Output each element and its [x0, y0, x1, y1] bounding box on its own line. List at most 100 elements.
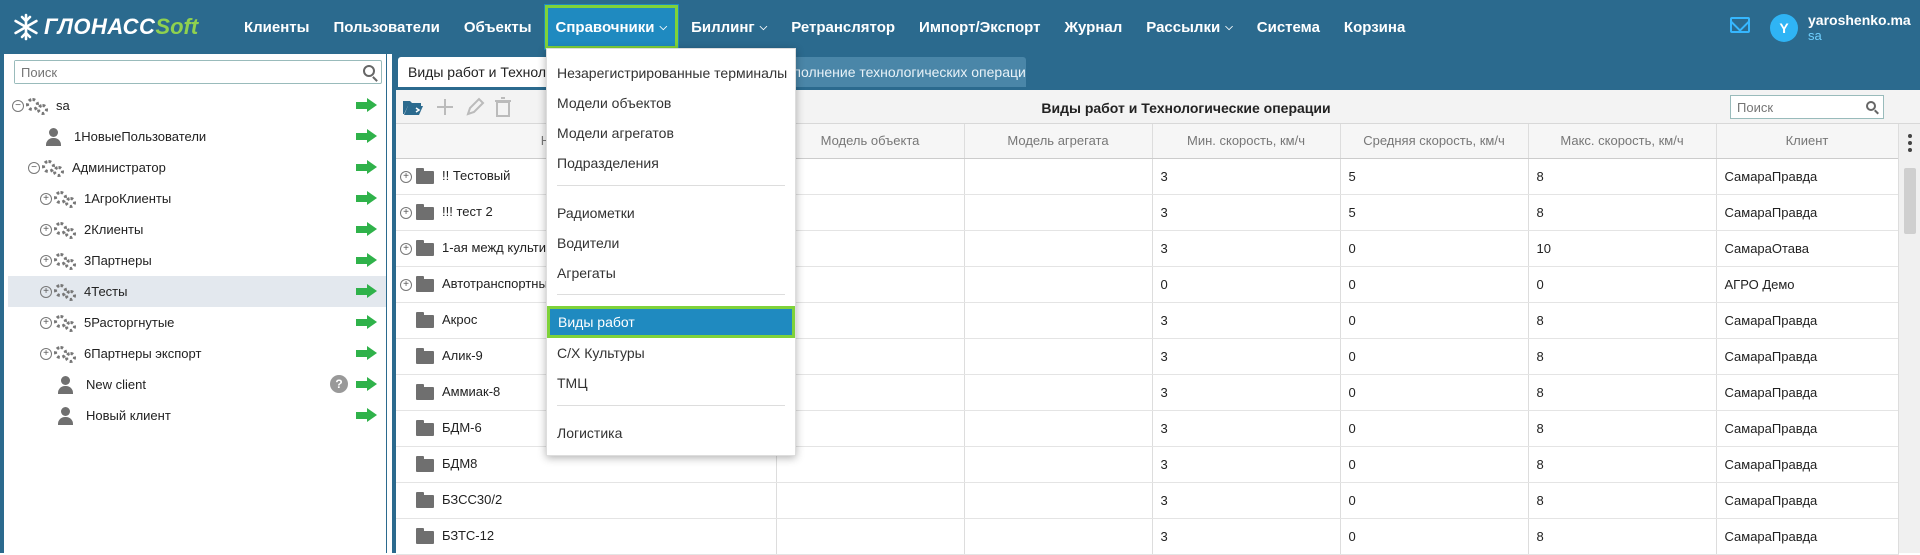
go-arrow-icon[interactable]: [356, 284, 378, 298]
help-icon[interactable]: ?: [330, 375, 348, 393]
expand-icon[interactable]: +: [40, 347, 52, 360]
nav-billing[interactable]: Биллинг ⌵: [679, 0, 779, 54]
go-arrow-icon[interactable]: [356, 346, 378, 360]
go-arrow-icon[interactable]: [356, 129, 378, 143]
menu-item-unit-models[interactable]: Модели агрегатов: [547, 118, 795, 148]
expand-icon[interactable]: +: [40, 316, 52, 329]
open-folder-icon[interactable]: [402, 97, 424, 117]
snowflake-logo-icon: [14, 13, 38, 41]
cell-max-speed: 0: [1528, 266, 1717, 303]
menu-item-crops[interactable]: С/Х Культуры: [547, 338, 795, 368]
tree-node-new-client-en[interactable]: New client ?: [8, 369, 386, 400]
go-arrow-icon[interactable]: [356, 222, 378, 236]
nav-import-export[interactable]: Импорт/Экспорт: [907, 0, 1052, 54]
menu-divider: [557, 294, 785, 295]
go-arrow-icon[interactable]: [356, 160, 378, 174]
tree-node-sa[interactable]: − sa: [8, 90, 386, 121]
menu-item-object-models[interactable]: Модели объектов: [547, 88, 795, 118]
cell-avg-speed: 0: [1340, 302, 1529, 339]
app-logo[interactable]: ГЛОНАСС Soft: [12, 12, 198, 42]
search-icon[interactable]: [363, 65, 375, 77]
go-arrow-icon[interactable]: [356, 191, 378, 205]
grid-search-input[interactable]: [1731, 96, 1861, 118]
menu-item-departments[interactable]: Подразделения: [547, 148, 795, 178]
menu-item-unregistered-terminals[interactable]: Незарегистрированные терминалы: [547, 58, 795, 88]
col-header-unit-model[interactable]: Модель агрегата: [964, 124, 1153, 159]
delete-trash-icon[interactable]: [492, 97, 514, 117]
folder-icon: [416, 239, 434, 256]
add-icon[interactable]: [434, 97, 456, 117]
cell-object-model: [776, 230, 965, 267]
expand-icon[interactable]: +: [40, 223, 52, 236]
table-row[interactable]: БЗТС-12 3 0 8 СамараПравда: [396, 518, 1899, 555]
user-name[interactable]: yaroshenko.ma: [1808, 12, 1911, 28]
go-arrow-icon[interactable]: [356, 253, 378, 267]
tree-node-terminated[interactable]: + 5Расторгнутые: [8, 307, 386, 338]
tree-node-new-client-ru[interactable]: Новый клиент: [8, 400, 386, 431]
tree-node-administrator[interactable]: − Администратор: [8, 152, 386, 183]
expand-icon[interactable]: +: [400, 207, 412, 220]
nav-journal[interactable]: Журнал: [1052, 0, 1134, 54]
menu-item-work-types[interactable]: Виды работ: [547, 306, 795, 338]
scrollbar-thumb[interactable]: [1904, 168, 1916, 234]
menu-item-drivers[interactable]: Водители: [547, 228, 795, 258]
nav-users[interactable]: Пользователи: [321, 0, 451, 54]
avatar[interactable]: Y: [1770, 14, 1798, 42]
folder-icon: [416, 203, 434, 220]
tree-node-tests[interactable]: + 4Тесты: [8, 276, 386, 307]
mail-icon[interactable]: [1730, 17, 1750, 33]
row-name: БДМ-6: [442, 420, 482, 436]
nav-clients[interactable]: Клиенты: [232, 0, 321, 54]
cell-max-speed: 8: [1528, 482, 1717, 519]
menu-item-inventory[interactable]: ТМЦ: [547, 368, 795, 398]
tab-operations-execution[interactable]: Выполнение технологических операций: [764, 57, 1026, 87]
client-search-input[interactable]: [15, 61, 345, 83]
collapse-icon[interactable]: −: [28, 161, 40, 174]
cell-max-speed: 8: [1528, 410, 1717, 447]
nav-relay[interactable]: Ретранслятор: [779, 0, 907, 54]
tree-node-new-users[interactable]: 1НовыеПользователи: [8, 121, 386, 152]
go-arrow-icon[interactable]: [356, 315, 378, 329]
menu-item-units[interactable]: Агрегаты: [547, 258, 795, 288]
client-tree-panel: − sa 1НовыеПользователи − Администратор …: [0, 54, 387, 553]
go-arrow-icon[interactable]: [356, 98, 378, 112]
expand-icon[interactable]: +: [40, 192, 52, 205]
menu-item-radio-tags[interactable]: Радиометки: [547, 198, 795, 228]
collapse-icon[interactable]: −: [12, 99, 24, 112]
tree-node-clients[interactable]: + 2Клиенты: [8, 214, 386, 245]
expand-icon[interactable]: +: [40, 285, 52, 298]
col-header-object-model[interactable]: Модель объекта: [776, 124, 965, 159]
expand-icon[interactable]: +: [400, 279, 412, 292]
cell-object-model: [776, 194, 965, 231]
col-header-client[interactable]: Клиент: [1716, 124, 1899, 159]
vertical-scrollbar[interactable]: [1898, 124, 1920, 553]
go-arrow-icon[interactable]: [356, 377, 378, 391]
expand-icon[interactable]: +: [40, 254, 52, 267]
cell-client: АГРО Демо: [1716, 266, 1899, 303]
tree-node-label: 5Расторгнутые: [84, 315, 175, 330]
column-menu-dots-icon[interactable]: [1908, 134, 1912, 138]
edit-pencil-icon[interactable]: [464, 97, 486, 117]
nav-mailings[interactable]: Рассылки ⌵: [1134, 0, 1245, 54]
expand-icon[interactable]: +: [400, 171, 412, 184]
nav-system[interactable]: Система: [1245, 0, 1332, 54]
cell-min-speed: 3: [1152, 518, 1341, 555]
folder-icon: [416, 311, 434, 328]
nav-objects[interactable]: Объекты: [452, 0, 544, 54]
menu-item-logistics[interactable]: Логистика: [547, 418, 795, 448]
search-icon[interactable]: [1866, 101, 1876, 111]
col-header-avg-speed[interactable]: Средняя скорость, км/ч: [1340, 124, 1529, 159]
go-arrow-icon[interactable]: [356, 408, 378, 422]
col-header-min-speed[interactable]: Мин. скорость, км/ч: [1152, 124, 1341, 159]
tab-work-types[interactable]: Виды работ и Технологические операции: [398, 57, 558, 87]
tree-node-partners[interactable]: + 3Партнеры: [8, 245, 386, 276]
tree-node-agro-clients[interactable]: + 1АгроКлиенты: [8, 183, 386, 214]
group-gears-icon: [54, 220, 78, 240]
table-row[interactable]: БЗСС30/2 3 0 8 СамараПравда: [396, 482, 1899, 519]
tree-node-partners-export[interactable]: + 6Партнеры экспорт: [8, 338, 386, 369]
nav-directories[interactable]: Справочники ⌵: [543, 4, 680, 50]
nav-trash[interactable]: Корзина: [1332, 0, 1417, 54]
expand-icon[interactable]: +: [400, 243, 412, 256]
col-header-max-speed[interactable]: Макс. скорость, км/ч: [1528, 124, 1717, 159]
tree-node-label: 1НовыеПользователи: [74, 129, 207, 144]
